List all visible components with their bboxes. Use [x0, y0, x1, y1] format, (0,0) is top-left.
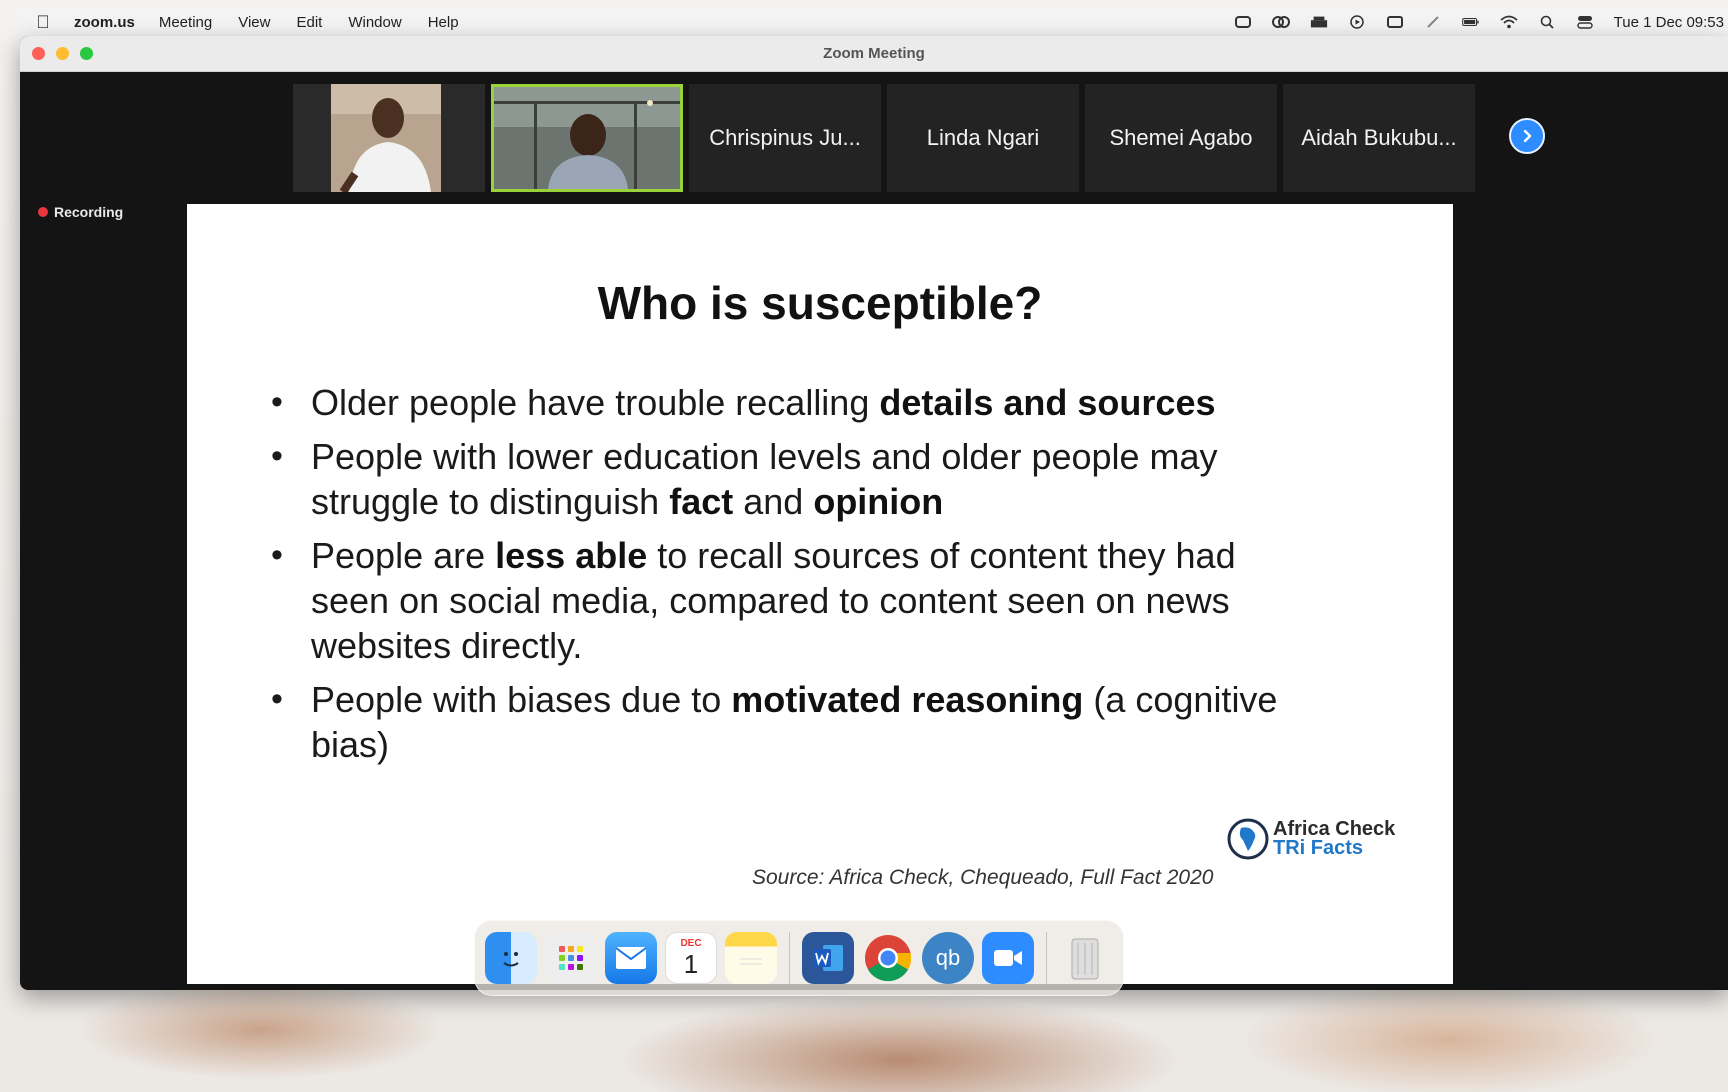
- zoom-icon[interactable]: [982, 932, 1034, 984]
- display-icon[interactable]: [1386, 15, 1404, 29]
- pen-icon[interactable]: [1424, 15, 1442, 29]
- svg-text:qb: qb: [936, 945, 960, 970]
- play-icon[interactable]: [1348, 15, 1366, 29]
- participant-tile[interactable]: Aidah Bukubu...: [1283, 84, 1475, 192]
- slide-bullet: People with lower education levels and o…: [269, 434, 1279, 524]
- active-speaker-video-tile[interactable]: [491, 84, 683, 192]
- calendar-day: 1: [683, 949, 699, 979]
- search-icon[interactable]: [1538, 15, 1556, 29]
- bullet-text: Older people have trouble recalling: [311, 382, 880, 423]
- participant-video-image: [293, 84, 485, 192]
- zoom-meeting-window: Zoom Meeting Chrispinus Ju... Linda Ngar…: [20, 36, 1728, 990]
- chevron-right-icon: [1523, 129, 1532, 143]
- slide-bullet: People are less able to recall sources o…: [269, 533, 1279, 668]
- screen-record-icon[interactable]: [1234, 15, 1252, 29]
- menu-view[interactable]: View: [238, 14, 270, 31]
- recording-label: Recording: [54, 204, 124, 220]
- word-icon[interactable]: [802, 932, 854, 984]
- africa-check-logo-icon: [1227, 818, 1269, 860]
- participant-tile[interactable]: Chrispinus Ju...: [689, 84, 881, 192]
- participant-strip: Chrispinus Ju... Linda Ngari Shemei Agab…: [293, 84, 1545, 192]
- notes-icon[interactable]: [725, 932, 777, 984]
- menu-app-name[interactable]: zoom.us: [74, 14, 135, 31]
- qbittorrent-icon[interactable]: qb: [922, 932, 974, 984]
- control-center-icon[interactable]: [1576, 15, 1594, 29]
- window-title: Zoom Meeting: [823, 45, 925, 62]
- creative-cloud-icon[interactable]: [1271, 15, 1290, 29]
- recording-dot-icon: [38, 207, 48, 217]
- bullet-text: People are: [311, 535, 496, 576]
- slide-source-text: Source: Africa Check, Chequeado, Full Fa…: [752, 866, 1214, 889]
- bullet-bold-text: less able: [495, 535, 648, 576]
- bullet-bold-text: opinion: [813, 481, 944, 522]
- bullet-bold-text: details and sources: [879, 382, 1216, 423]
- shared-screen-slide: Who is susceptible? Older people have tr…: [187, 204, 1453, 984]
- status-menu-extras: Tue 1 Dec 09:53: [1234, 8, 1728, 36]
- dock: DEC 1 qb: [474, 920, 1124, 996]
- participant-tile[interactable]: Linda Ngari: [887, 84, 1079, 192]
- menu-bar:  zoom.us Meeting View Edit Window Help: [10, 8, 1728, 36]
- slide-bullet: Older people have trouble recalling deta…: [269, 380, 1279, 425]
- next-participants-button[interactable]: [1509, 118, 1545, 154]
- slide-bullet-list: Older people have trouble recalling deta…: [269, 380, 1279, 776]
- africa-check-logo: Africa Check TRi Facts: [1227, 818, 1395, 860]
- recording-indicator[interactable]: Recording: [38, 204, 123, 220]
- window-titlebar[interactable]: Zoom Meeting: [20, 36, 1728, 72]
- dock-separator: [1046, 932, 1047, 984]
- participant-tile[interactable]: Shemei Agabo: [1085, 84, 1277, 192]
- logo-line-2: TRi Facts: [1273, 837, 1364, 859]
- battery-icon[interactable]: [1461, 15, 1480, 29]
- chrome-icon[interactable]: [862, 932, 914, 984]
- menu-edit[interactable]: Edit: [296, 14, 322, 31]
- launchpad-icon[interactable]: [545, 932, 597, 984]
- finder-icon[interactable]: [485, 932, 537, 984]
- participant-video-image: [494, 87, 680, 189]
- trash-icon[interactable]: [1059, 932, 1111, 984]
- bullet-bold-text: fact: [669, 481, 734, 522]
- wifi-icon[interactable]: [1500, 15, 1518, 29]
- participant-video-tile[interactable]: [293, 84, 485, 192]
- mail-icon[interactable]: [605, 932, 657, 984]
- menu-meeting[interactable]: Meeting: [159, 14, 212, 31]
- bullet-text: and: [733, 481, 814, 522]
- bullet-bold-text: motivated reasoning: [731, 679, 1084, 720]
- menu-window[interactable]: Window: [348, 14, 401, 31]
- apple-menu-icon[interactable]: : [32, 12, 54, 33]
- menu-help[interactable]: Help: [428, 14, 459, 31]
- menu-bar-clock[interactable]: Tue 1 Dec 09:53: [1614, 14, 1724, 31]
- slide-bullet: People with biases due to motivated reas…: [269, 677, 1279, 767]
- calendar-icon[interactable]: DEC 1: [665, 932, 717, 984]
- bullet-text: People with biases due to: [311, 679, 732, 720]
- dock-separator: [789, 932, 790, 984]
- drive-icon[interactable]: [1310, 15, 1328, 29]
- slide-title: Who is susceptible?: [597, 277, 1043, 329]
